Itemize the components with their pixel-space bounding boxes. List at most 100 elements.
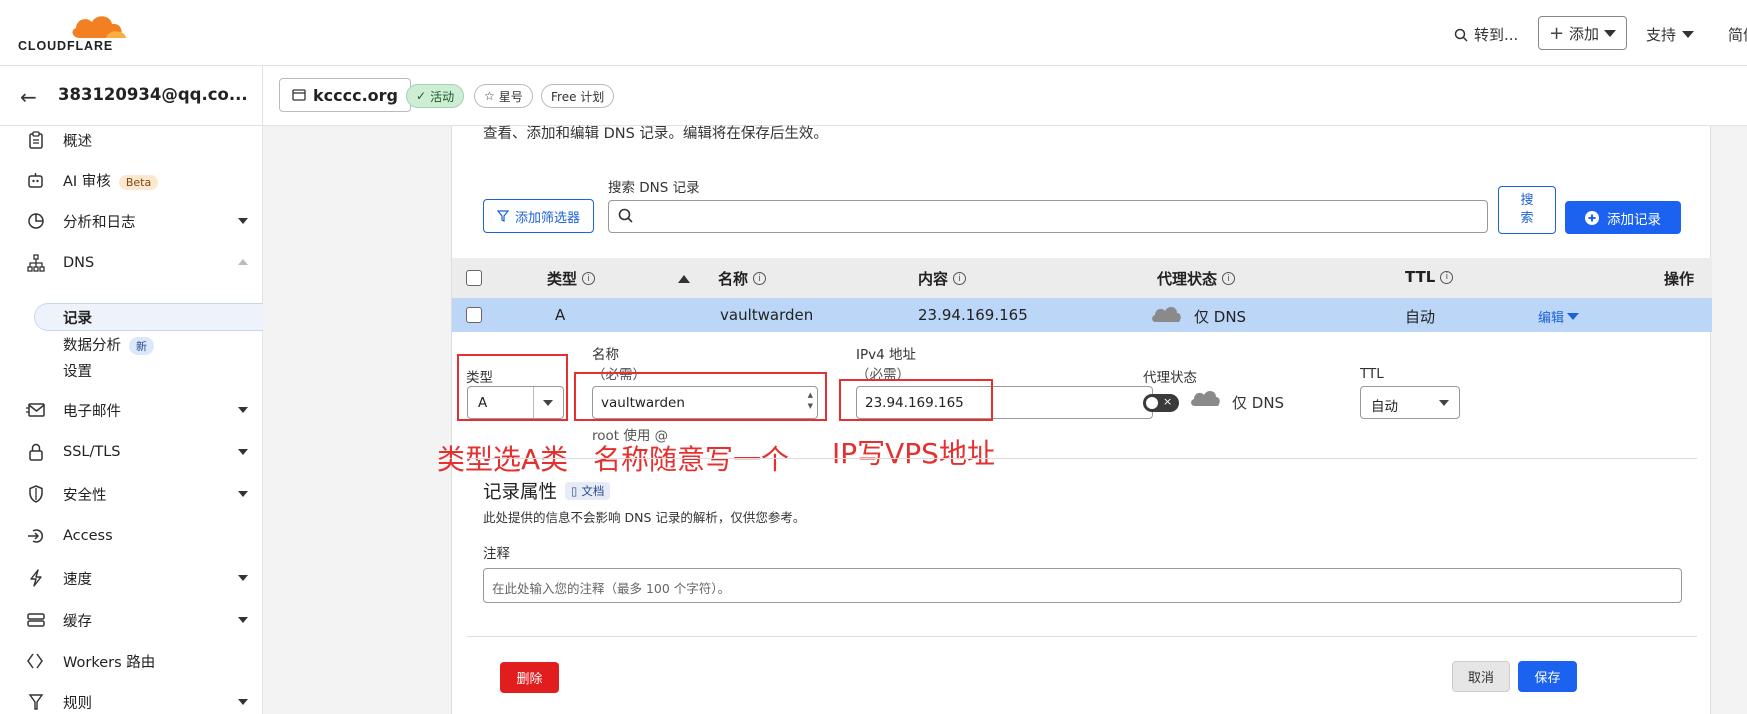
sidebar-item-dns-settings[interactable]: 设置: [34, 356, 263, 384]
sort-asc-icon[interactable]: [678, 275, 690, 283]
beta-badge: Beta: [118, 174, 159, 190]
rules-icon: [26, 692, 46, 712]
sidebar-item-access[interactable]: Access: [0, 519, 263, 553]
sidebar-item-dns-analytics[interactable]: 数据分析新: [34, 330, 263, 358]
new-badge: 新: [129, 336, 154, 355]
divider: [467, 458, 1697, 459]
ip-annotation: IP写VPS地址: [832, 437, 995, 470]
save-button[interactable]: 保存: [1518, 661, 1577, 692]
add-record-button[interactable]: 添加记录: [1565, 201, 1681, 234]
sidebar-label: 分析和日志: [63, 214, 136, 231]
account-header: ← 383120934@qq.co...: [0, 66, 263, 126]
sidebar-label: 概述: [63, 133, 92, 150]
row-ttl: 自动: [1405, 308, 1436, 326]
sidebar-item-speed[interactable]: 速度: [0, 561, 263, 595]
records-table-header: 类型 i 名称 i 内容 i 代理状态 i TTL i 操作: [452, 258, 1712, 298]
note-input[interactable]: 在此处输入您的注释（最多 100 个字符）。: [483, 568, 1682, 603]
row-checkbox[interactable]: [466, 307, 482, 323]
cancel-button[interactable]: 取消: [1452, 661, 1510, 692]
sidebar-label: 安全性: [63, 487, 107, 504]
ttl-value: 自动: [1371, 399, 1398, 415]
column-type[interactable]: 类型 i: [547, 268, 596, 289]
record-attributes-title: 记录属性 ▯ 文档: [483, 478, 611, 504]
browser-window-icon: [292, 89, 306, 101]
delete-button[interactable]: 删除: [500, 662, 559, 693]
close-icon: ×: [1163, 395, 1173, 408]
type-highlight-box: [457, 354, 568, 421]
add-record-label: 添加记录: [1607, 211, 1661, 228]
table-row[interactable]: A vaultwarden 23.94.169.165 仅 DNS 自动 编辑: [452, 298, 1712, 332]
back-arrow-icon[interactable]: ←: [20, 85, 37, 109]
docs-link[interactable]: ▯ 文档: [565, 482, 611, 500]
add-dropdown-button[interactable]: + 添加: [1538, 16, 1627, 50]
sidebar-item-rules[interactable]: 规则: [0, 685, 263, 714]
search-button[interactable]: 搜索: [1498, 186, 1556, 234]
sidebar-item-records[interactable]: 记录: [34, 303, 263, 331]
filter-label: 添加筛选器: [514, 210, 580, 226]
top-bar: CLOUDFLARE 转到... + 添加 支持 简体: [0, 0, 1747, 66]
book-icon: ▯: [571, 484, 578, 498]
search-label: 搜索 DNS 记录: [608, 180, 700, 196]
goto-search[interactable]: 转到...: [1454, 24, 1518, 45]
column-proxy[interactable]: 代理状态 i: [1157, 268, 1236, 289]
dns-description: 查看、添加和编辑 DNS 记录。编辑将在保存后生效。: [483, 126, 828, 142]
record-attributes-desc: 此处提供的信息不会影响 DNS 记录的解析，仅供您参考。: [483, 510, 806, 525]
chevron-down-icon: [238, 218, 248, 224]
domain-bar: kcccc.org ✓ 活动 ☆ 星号 Free 计划: [263, 66, 1747, 126]
docs-label: 文档: [581, 484, 605, 498]
cloud-logo-icon: [72, 16, 126, 38]
sidebar-item-security[interactable]: 安全性: [0, 477, 263, 511]
email-icon: [26, 400, 46, 420]
support-dropdown[interactable]: 支持: [1646, 24, 1695, 45]
star-label: 星号: [498, 89, 523, 104]
search-icon: [618, 208, 633, 223]
sidebar-item-analytics[interactable]: 分析和日志: [0, 204, 263, 238]
plus-icon: +: [1548, 22, 1565, 44]
cloudflare-wordmark: CLOUDFLARE: [18, 39, 114, 53]
dns-analytics-label: 数据分析: [63, 337, 121, 354]
record-attributes-label: 记录属性: [483, 482, 558, 503]
note-label: 注释: [483, 546, 510, 562]
sidebar-label: 设置: [63, 363, 92, 380]
info-icon: i: [1222, 272, 1236, 285]
sidebar-item-overview[interactable]: 概述: [0, 123, 263, 157]
domain-selector[interactable]: kcccc.org: [279, 78, 411, 112]
sidebar-item-email[interactable]: 电子邮件: [0, 393, 263, 427]
sidebar: ← 383120934@qq.co... 概述 AI 审核 Beta 分析和日志 …: [0, 66, 263, 714]
sidebar-item-cache[interactable]: 缓存: [0, 603, 263, 637]
main-content: 查看、添加和编辑 DNS 记录。编辑将在保存后生效。 搜索 DNS 记录 添加筛…: [263, 126, 1747, 714]
column-actions: 操作: [1664, 270, 1695, 288]
info-icon: i: [1440, 270, 1454, 284]
sidebar-item-ai-audit[interactable]: AI 审核 Beta: [0, 163, 263, 197]
sidebar-item-workers[interactable]: Workers 路由: [0, 644, 263, 678]
star-button[interactable]: ☆ 星号: [474, 84, 533, 108]
column-ttl[interactable]: TTL i: [1405, 268, 1454, 286]
check-icon: ✓: [416, 89, 427, 103]
lightning-icon: [26, 568, 46, 588]
plus-circle-icon: [1585, 210, 1599, 225]
sidebar-label: 数据分析新: [63, 334, 154, 355]
dns-search-input[interactable]: [608, 200, 1488, 233]
sidebar-item-ssl[interactable]: SSL/TLS: [0, 435, 263, 469]
language-selector[interactable]: 简体: [1728, 24, 1747, 45]
column-name-label: 名称: [718, 270, 749, 288]
support-label: 支持: [1646, 26, 1677, 44]
ttl-select[interactable]: 自动: [1360, 386, 1460, 419]
plan-badge[interactable]: Free 计划: [541, 84, 615, 108]
column-name[interactable]: 名称 i: [718, 268, 767, 289]
sidebar-label: DNS: [63, 255, 95, 271]
name-label: 名称: [592, 347, 619, 363]
edit-toggle-button[interactable]: 编辑: [1538, 307, 1580, 326]
goto-label: 转到...: [1474, 26, 1519, 44]
column-content[interactable]: 内容 i: [918, 268, 967, 289]
sidebar-item-dns[interactable]: DNS: [0, 246, 263, 280]
edit-label: 编辑: [1538, 311, 1565, 326]
proxy-toggle[interactable]: ×: [1143, 394, 1179, 412]
add-filter-button[interactable]: 添加筛选器: [483, 199, 594, 233]
chevron-down-icon: [1682, 31, 1695, 38]
cloudflare-logo[interactable]: CLOUDFLARE: [18, 12, 130, 54]
select-all-checkbox[interactable]: [466, 270, 482, 286]
add-label: 添加: [1569, 24, 1600, 43]
chevron-down-icon: [238, 575, 248, 581]
chevron-down-icon: [1439, 400, 1449, 406]
